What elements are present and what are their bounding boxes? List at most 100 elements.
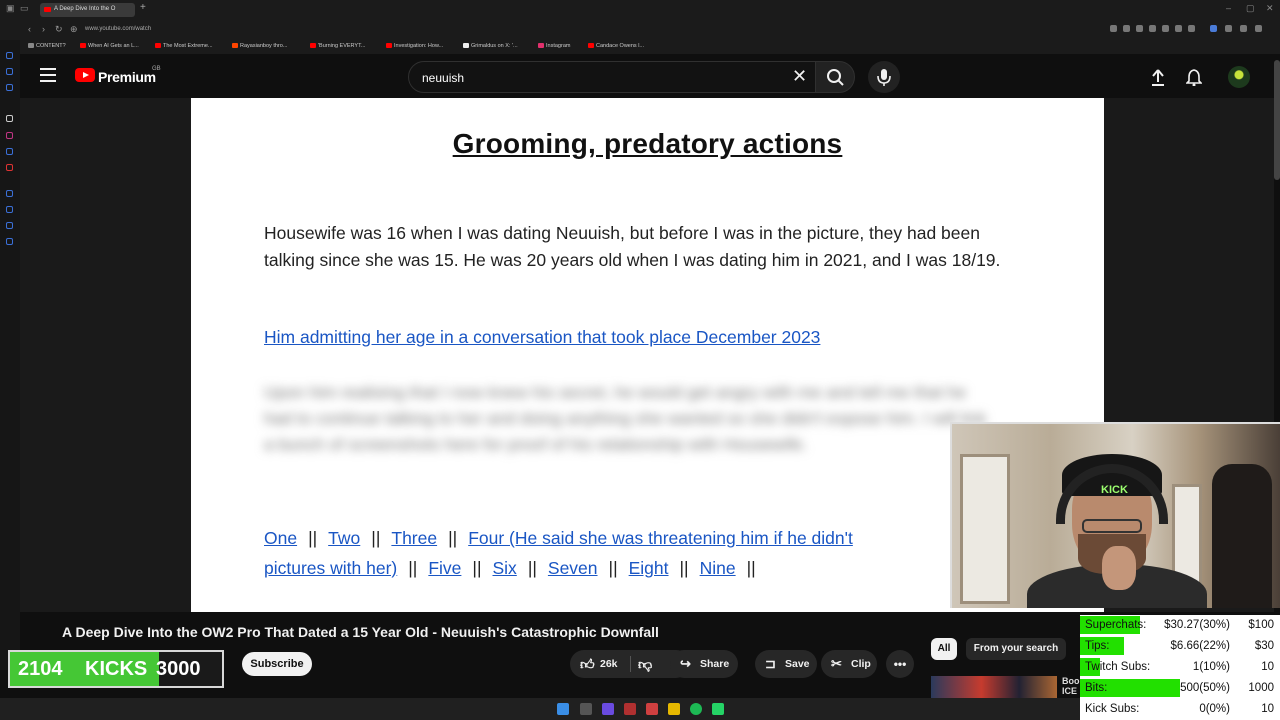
profile-icon[interactable] [1255, 25, 1262, 32]
bookmark-icon: ⊐ [765, 656, 776, 671]
chip-all[interactable]: All [931, 638, 957, 660]
clip-button[interactable]: ✂ Clip [821, 650, 877, 678]
extension-icon[interactable] [1136, 25, 1143, 32]
link-separator: || [527, 558, 537, 578]
reload-icon[interactable]: ↻ [55, 24, 63, 35]
app-icon[interactable] [624, 703, 636, 715]
bookmarks-bar: CONTENT? When AI Gets an L... The Most E… [20, 40, 1280, 54]
sidebar-app-icon[interactable] [6, 132, 13, 139]
bookmark-item[interactable]: When AI Gets an L... [80, 43, 139, 49]
maximize-icon[interactable]: ▢ [1246, 3, 1255, 14]
extension-icon[interactable] [1149, 25, 1156, 32]
sidebar-app-icon[interactable] [6, 222, 13, 229]
sidebar-app-icon[interactable] [6, 115, 13, 122]
downloads-icon[interactable] [1240, 25, 1247, 32]
upload-icon[interactable] [1150, 68, 1166, 86]
sidebar-app-icon[interactable] [6, 148, 13, 155]
link-six[interactable]: Six [493, 558, 517, 578]
kicks-label: KICKS [85, 658, 148, 680]
sidebar-app-icon[interactable] [6, 68, 13, 75]
recommended-thumbnail[interactable] [931, 676, 1057, 698]
youtube-brand[interactable]: Premium [98, 69, 156, 85]
sidebar-app-icon[interactable] [6, 206, 13, 213]
extension-icon[interactable] [1123, 25, 1130, 32]
extension-icon[interactable] [1175, 25, 1182, 32]
extension-icon[interactable] [1210, 25, 1217, 32]
region-code: GB [152, 66, 161, 72]
extension-icon[interactable] [1188, 25, 1195, 32]
video-title: A Deep Dive Into the OW2 Pro That Dated … [62, 624, 659, 640]
clear-search-icon[interactable]: ✕ [792, 66, 807, 87]
link-separator: || [746, 558, 756, 578]
sidebar-app-icon[interactable] [6, 190, 13, 197]
url-field[interactable]: www.youtube.com/watch [85, 26, 151, 32]
bookmark-item[interactable]: Rayasianboy thro... [232, 43, 287, 49]
youtube-icon [386, 43, 392, 49]
file-explorer-icon[interactable] [668, 703, 680, 715]
link-four[interactable]: Four (He said she was threatening him if… [468, 528, 853, 548]
conversation-link[interactable]: Him admitting her age in a conversation … [264, 327, 820, 348]
extension-icon[interactable] [1162, 25, 1169, 32]
sidebar-app-icon[interactable] [6, 164, 13, 171]
forward-icon[interactable]: › [42, 24, 45, 34]
windows-start-icon[interactable] [557, 703, 569, 715]
active-tab[interactable]: A Deep Dive Into the O [40, 3, 135, 17]
thumbs-down-icon[interactable]: 👎︎ [638, 650, 652, 678]
site-info-icon[interactable]: ⊕ [70, 24, 78, 35]
link-two[interactable]: Two [328, 528, 360, 548]
page-scrollbar[interactable] [1274, 60, 1280, 180]
youtube-logo-icon[interactable] [75, 68, 95, 82]
hamburger-menu-icon[interactable] [40, 68, 56, 82]
search-button[interactable] [815, 61, 855, 93]
back-icon[interactable]: ‹ [28, 24, 31, 34]
bookmark-item[interactable]: 'Burning EVERYT... [310, 43, 365, 49]
browser-menu-icon[interactable]: ▣ [6, 3, 15, 14]
bookmark-item[interactable]: Instagram [538, 43, 570, 49]
screenshot-links: One || Two || Three || Four (He said she was t… [264, 523, 984, 583]
spotify-icon[interactable] [690, 703, 702, 715]
search-input[interactable]: neuuish ✕ [408, 61, 835, 93]
zoom-icon[interactable] [1110, 25, 1117, 32]
like-count[interactable]: 26k [600, 650, 618, 678]
bookmark-item[interactable]: CONTENT? [28, 43, 66, 49]
bookmark-item[interactable]: Grimaldus on X: '... [463, 43, 518, 49]
browser-icon[interactable] [646, 703, 658, 715]
window-background [960, 454, 1010, 604]
folder-icon [28, 43, 34, 49]
address-bar: ‹ › ↻ ⊕ www.youtube.com/watch [0, 20, 1280, 40]
new-tab-button[interactable]: + [140, 2, 146, 13]
whatsapp-icon[interactable] [712, 703, 724, 715]
search-query[interactable]: neuuish [422, 71, 464, 85]
minimize-icon[interactable]: – [1226, 3, 1231, 13]
link-eight[interactable]: Eight [629, 558, 669, 578]
youtube-icon [588, 43, 594, 49]
account-avatar[interactable] [1228, 66, 1250, 88]
sidebar-app-icon[interactable] [6, 238, 13, 245]
subscribe-button[interactable]: Subscribe [242, 652, 312, 676]
link-four-continued[interactable]: pictures with her) [264, 558, 397, 578]
share-button[interactable]: ↪ Share [670, 650, 738, 678]
link-five[interactable]: Five [428, 558, 461, 578]
notifications-bell-icon[interactable] [1186, 68, 1202, 86]
search-icon[interactable] [580, 703, 592, 715]
close-window-icon[interactable]: ✕ [1266, 3, 1274, 14]
more-actions-button[interactable]: ••• [886, 650, 914, 678]
bookmark-item[interactable]: The Most Extreme... [155, 43, 213, 49]
extension-icon[interactable] [1225, 25, 1232, 32]
recommended-title[interactable]: Boo ICE [1062, 676, 1080, 696]
sidebar-app-icon[interactable] [6, 84, 13, 91]
link-one[interactable]: One [264, 528, 297, 548]
workspaces-icon[interactable]: ▭ [20, 3, 29, 14]
link-seven[interactable]: Seven [548, 558, 598, 578]
sidebar-app-icon[interactable] [6, 52, 13, 59]
bookmark-item[interactable]: Investigation: How... [386, 43, 443, 49]
chip-from-your-search[interactable]: From your search [966, 638, 1066, 660]
thumbs-up-icon[interactable]: 👍︎ [580, 650, 595, 678]
voice-search-button[interactable] [868, 61, 900, 93]
save-button[interactable]: ⊐ Save [755, 650, 817, 678]
search-icon [827, 69, 844, 86]
link-three[interactable]: Three [391, 528, 437, 548]
app-icon[interactable] [602, 703, 614, 715]
bookmark-item[interactable]: Candace Owens l... [588, 43, 644, 49]
link-nine[interactable]: Nine [700, 558, 736, 578]
